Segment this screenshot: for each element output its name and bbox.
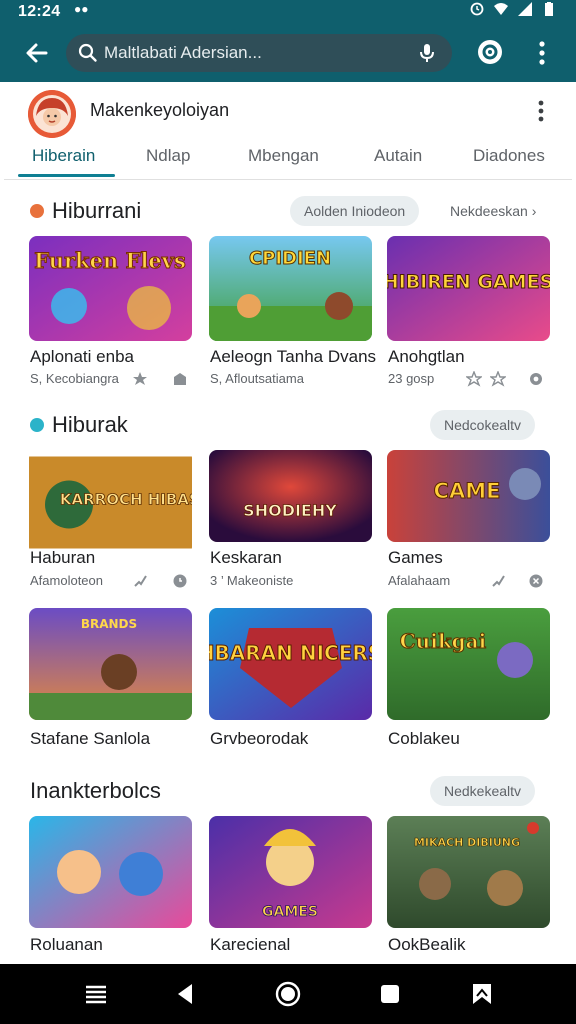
account-name: Makenkeyoloiyan	[90, 100, 230, 120]
recents-square-icon[interactable]	[376, 980, 404, 1008]
game-meta: Afamoloteon	[30, 573, 103, 588]
see-more-chip[interactable]: Nedcokealtv	[430, 410, 536, 440]
game-meta: Afalahaam	[388, 573, 451, 588]
settings-icon	[530, 373, 542, 385]
signal-icon	[518, 2, 532, 16]
game-thumbnail[interactable]: MIKACH DIBIUNG	[387, 816, 550, 928]
svg-text:GAMES: GAMES	[262, 904, 318, 920]
system-nav-bar	[0, 964, 576, 1024]
game-title[interactable]: Anohgtlan	[388, 347, 465, 367]
game-title[interactable]: Coblakeu	[388, 729, 460, 749]
tab-1[interactable]: Ndlap	[146, 146, 190, 166]
see-more-link[interactable]: Nekdeeskan ›	[450, 203, 536, 219]
svg-text:CAME: CAME	[434, 479, 501, 503]
search-icon	[78, 43, 97, 62]
search-input[interactable]	[104, 43, 404, 63]
back-arrow-icon[interactable]	[22, 38, 52, 68]
battery-icon	[545, 2, 553, 16]
game-thumbnail[interactable]: HIBIREN GAMES	[387, 236, 550, 341]
svg-text:Cuikgai: Cuikgai	[400, 629, 487, 653]
game-thumbnail[interactable]: BRANDS	[29, 608, 192, 720]
game-title[interactable]: OokBealik	[388, 935, 465, 955]
mic-icon[interactable]	[418, 43, 436, 63]
status-notification-dots: ●●	[74, 2, 89, 16]
section-dot-icon	[30, 204, 44, 218]
search-bar[interactable]	[66, 34, 452, 72]
game-title[interactable]: Aplonati enba	[30, 347, 134, 367]
game-title[interactable]: Grvbeorodak	[210, 729, 308, 749]
tab-0[interactable]: Hiberain	[32, 146, 95, 166]
back-triangle-icon[interactable]	[172, 980, 200, 1008]
svg-text:HIBIREN GAMES: HIBIREN GAMES	[387, 271, 550, 293]
game-meta: 3 ’ Makeoniste	[210, 573, 294, 588]
game-thumbnail[interactable]: HBARAN NICERS	[209, 608, 372, 720]
svg-text:HBARAN NICERS: HBARAN NICERS	[209, 641, 372, 665]
section-title: Hiburrani	[30, 198, 141, 224]
game-title[interactable]: Karecienal	[210, 935, 290, 955]
star-icon	[466, 371, 482, 387]
badge-icon	[174, 373, 186, 385]
see-more-chip[interactable]: Nedkekealtv	[430, 776, 536, 806]
game-meta: 23 gosp	[388, 371, 435, 386]
game-title[interactable]: Roluanan	[30, 935, 103, 955]
more-vert-icon[interactable]	[532, 98, 550, 124]
svg-text:Furken Flevs: Furken Flevs	[34, 248, 186, 273]
game-title[interactable]: Haburan	[30, 548, 95, 568]
svg-text:MIKACH DIBIUNG: MIKACH DIBIUNG	[414, 836, 520, 849]
svg-text:BRANDS: BRANDS	[81, 617, 137, 631]
section-title: Hiburak	[30, 412, 128, 438]
assistant-icon[interactable]	[468, 980, 496, 1008]
menu-icon[interactable]	[82, 980, 110, 1008]
game-meta: S, Afloutsatiama	[210, 371, 304, 386]
active-tab-indicator	[18, 174, 115, 177]
star-icon	[133, 372, 147, 385]
home-circle-icon[interactable]	[274, 980, 302, 1008]
status-time: 12:24	[18, 3, 61, 20]
pin-icon	[134, 575, 147, 587]
tab-4[interactable]: Diadones	[473, 146, 545, 166]
game-thumbnail[interactable]: SHODIEHY	[209, 450, 372, 542]
status-bar: 12:24 ●●	[0, 0, 576, 24]
tab-2[interactable]: Mbengan	[248, 146, 319, 166]
game-thumbnail[interactable]: KARROCH HIBASAS	[29, 450, 192, 555]
game-thumbnail[interactable]: CPIDIEN	[209, 236, 372, 341]
game-thumbnail[interactable]: CAME	[387, 450, 550, 542]
section-title: Inankterbolcs	[30, 778, 161, 803]
game-meta: S, Kecobiangra	[30, 371, 119, 386]
tab-3[interactable]: Autain	[374, 146, 422, 166]
avatar[interactable]	[28, 90, 76, 138]
svg-text:SHODIEHY: SHODIEHY	[243, 501, 337, 520]
close-icon	[529, 574, 543, 588]
game-thumbnail[interactable]: GAMES	[209, 816, 372, 928]
game-thumbnail[interactable]	[29, 816, 192, 928]
pin-icon	[492, 575, 505, 587]
game-thumbnail[interactable]: Cuikgai	[387, 608, 550, 720]
star-icon	[490, 371, 506, 387]
game-title[interactable]: Games	[388, 548, 443, 568]
svg-text:CPIDIEN: CPIDIEN	[249, 248, 331, 269]
alarm-icon	[470, 2, 484, 16]
game-title[interactable]: Aeleogn Tanha Dvans	[210, 347, 376, 367]
more-vert-icon[interactable]	[532, 40, 552, 66]
section-dot-icon	[30, 418, 44, 432]
game-thumbnail[interactable]: Furken Flevs	[29, 236, 192, 341]
clock-icon	[173, 574, 187, 588]
lens-icon[interactable]	[476, 38, 504, 66]
wifi-icon	[494, 3, 508, 15]
filter-chip[interactable]: Aolden Iniodeon	[290, 196, 420, 226]
tab-bar: Hiberain Ndlap Mbengan Autain Diadones	[0, 142, 576, 178]
game-title[interactable]: Keskaran	[210, 548, 282, 568]
svg-text:KARROCH HIBASAS: KARROCH HIBASAS	[60, 491, 192, 509]
game-title[interactable]: Stafane Sanlola	[30, 729, 150, 749]
